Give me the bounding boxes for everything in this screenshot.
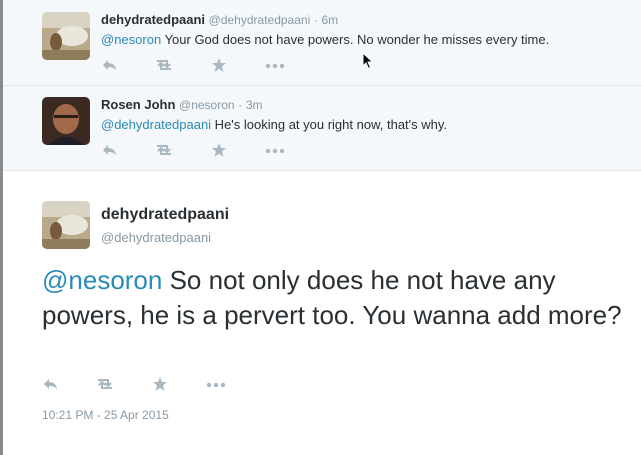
more-icon[interactable] [265, 57, 285, 73]
author-fullname[interactable]: dehydratedpaani [101, 206, 229, 224]
author-username[interactable]: @dehydratedpaani [101, 230, 211, 245]
permalink-tweet: dehydratedpaani @dehydratedpaani @nesoro… [3, 171, 641, 455]
tweet-actions [101, 142, 301, 160]
time-separator: · [238, 98, 243, 112]
star-icon[interactable] [211, 57, 227, 73]
star-icon[interactable] [211, 142, 227, 158]
retweet-icon[interactable] [153, 142, 175, 158]
author-fullname[interactable]: dehydratedpaani [101, 12, 205, 27]
mouse-cursor-icon [362, 51, 374, 75]
author-username[interactable]: @dehydratedpaani [209, 13, 311, 27]
conversation-tweet[interactable]: Rosen John @nesoron · 3m @dehydratedpaan… [3, 86, 641, 171]
reply-icon[interactable] [101, 142, 119, 158]
tweet-text: @nesoron Your God does not have powers. … [101, 32, 549, 47]
time-separator: · [313, 13, 318, 27]
tweet-body: He's looking at you right now, that's wh… [211, 117, 448, 132]
reply-icon[interactable] [101, 57, 119, 73]
retweet-icon[interactable] [153, 57, 175, 73]
tweet-text: @dehydratedpaani He's looking at you rig… [101, 117, 447, 132]
tweet-actions [42, 376, 242, 394]
tweet-time[interactable]: 6m [322, 13, 339, 27]
tweet-time[interactable]: 3m [246, 98, 263, 112]
avatar[interactable] [42, 97, 90, 145]
more-icon[interactable] [206, 376, 226, 392]
tweet-timestamp[interactable]: 10:21 PM - 25 Apr 2015 [42, 408, 169, 422]
author-username[interactable]: @nesoron [179, 98, 235, 112]
tweet-actions [101, 57, 301, 75]
tweet-body: Your God does not have powers. No wonder… [161, 32, 550, 47]
reply-icon[interactable] [42, 376, 60, 392]
mention-link[interactable]: @nesoron [42, 265, 162, 295]
more-icon[interactable] [265, 142, 285, 158]
author-fullname[interactable]: Rosen John [101, 97, 175, 112]
mention-link[interactable]: @dehydratedpaani [101, 117, 211, 132]
avatar[interactable] [42, 201, 90, 249]
retweet-icon[interactable] [94, 376, 116, 392]
tweet-text: @nesoron So not only does he not have an… [42, 263, 622, 332]
conversation-tweet[interactable]: dehydratedpaani @dehydratedpaani · 6m @n… [3, 0, 641, 86]
avatar[interactable] [42, 12, 90, 60]
mention-link[interactable]: @nesoron [101, 32, 161, 47]
star-icon[interactable] [152, 376, 168, 392]
